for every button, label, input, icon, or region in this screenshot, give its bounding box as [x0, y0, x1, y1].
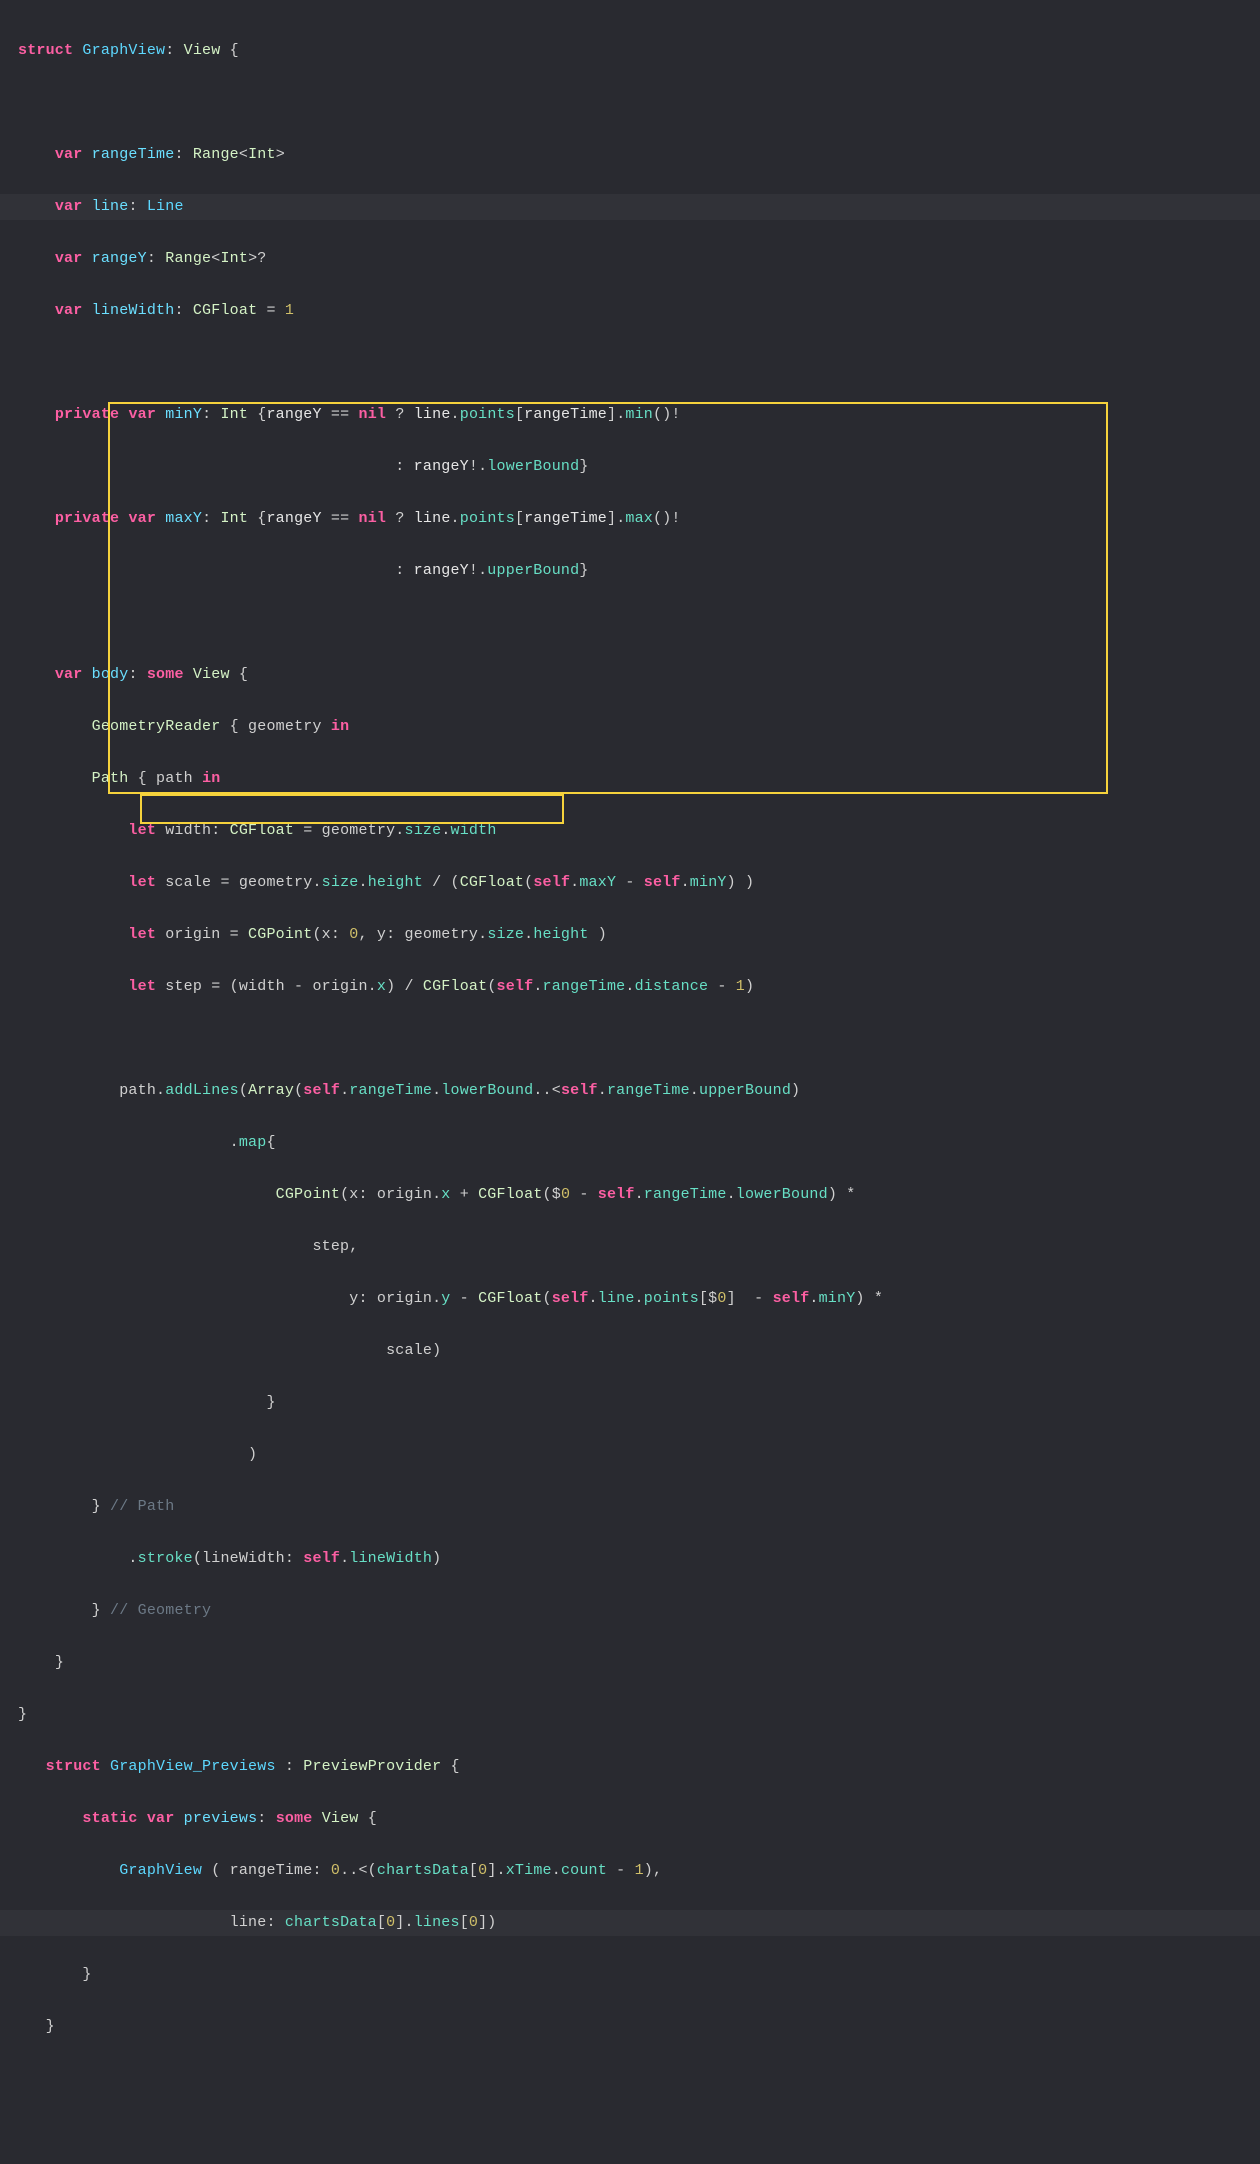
code-line: .stroke(lineWidth: self.lineWidth): [18, 1546, 1260, 1572]
code-line: }: [18, 1702, 1260, 1728]
code-line: : rangeY!.lowerBound}: [18, 454, 1260, 480]
code-line: scale): [18, 1338, 1260, 1364]
code-line: GeometryReader { geometry in: [18, 714, 1260, 740]
code-line: struct GraphView_Previews : PreviewProvi…: [18, 1754, 1260, 1780]
code-line: [18, 350, 1260, 376]
code-line: static var previews: some View {: [18, 1806, 1260, 1832]
code-line: line: chartsData[0].lines[0]): [0, 1910, 1260, 1936]
code-line: path.addLines(Array(self.rangeTime.lower…: [18, 1078, 1260, 1104]
code-line: .map{: [18, 1130, 1260, 1156]
code-line: GraphView ( rangeTime: 0..<(chartsData[0…: [18, 1858, 1260, 1884]
code-line: ): [18, 1442, 1260, 1468]
code-line: var body: some View {: [18, 662, 1260, 688]
code-editor[interactable]: struct GraphView: View { var rangeTime: …: [0, 0, 1260, 2164]
code-line: private var minY: Int {rangeY == nil ? l…: [18, 402, 1260, 428]
code-line: let scale = geometry.size.height / (CGFl…: [18, 870, 1260, 896]
code-line: } // Path: [18, 1494, 1260, 1520]
code-line: var rangeY: Range<Int>?: [18, 246, 1260, 272]
code-line: CGPoint(x: origin.x + CGFloat($0 - self.…: [18, 1182, 1260, 1208]
code-line: let origin = CGPoint(x: 0, y: geometry.s…: [18, 922, 1260, 948]
code-line: [18, 1026, 1260, 1052]
code-line: var line: Line: [0, 194, 1260, 220]
code-line: }: [18, 1390, 1260, 1416]
code-line: Path { path in: [18, 766, 1260, 792]
code-line: let step = (width - origin.x) / CGFloat(…: [18, 974, 1260, 1000]
code-line: [18, 610, 1260, 636]
code-line: step,: [18, 1234, 1260, 1260]
code-line: }: [18, 2014, 1260, 2040]
code-line: : rangeY!.upperBound}: [18, 558, 1260, 584]
code-line: struct GraphView: View {: [18, 38, 1260, 64]
code-line: }: [18, 1650, 1260, 1676]
code-line: } // Geometry: [18, 1598, 1260, 1624]
code-line: [18, 90, 1260, 116]
code-line: y: origin.y - CGFloat(self.line.points[$…: [18, 1286, 1260, 1312]
code-line: var lineWidth: CGFloat = 1: [18, 298, 1260, 324]
code-line: }: [18, 1962, 1260, 1988]
code-line: let width: CGFloat = geometry.size.width: [18, 818, 1260, 844]
code-line: private var maxY: Int {rangeY == nil ? l…: [18, 506, 1260, 532]
code-line: var rangeTime: Range<Int>: [18, 142, 1260, 168]
